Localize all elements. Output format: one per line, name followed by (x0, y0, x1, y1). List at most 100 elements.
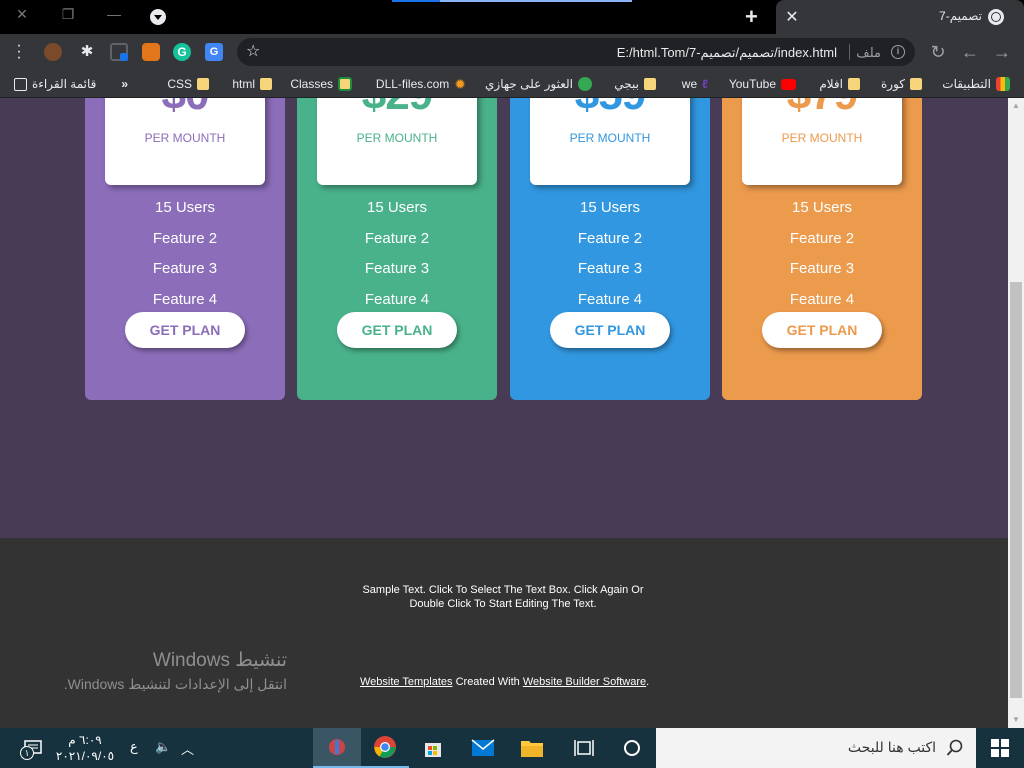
bookmark-aflam[interactable]: افلام (819, 76, 860, 92)
clock-time: ٦:٠٩ م (68, 733, 102, 747)
system-clock[interactable]: ٦:٠٩ م ٢٠٢١/٠٩/٠٥ (55, 732, 115, 764)
bookmark-classes[interactable]: Classes (290, 76, 352, 92)
extension-pen-icon[interactable] (110, 43, 128, 61)
page-scrollbar[interactable]: ▲ ▼ (1008, 98, 1024, 728)
website-builder-link[interactable]: Website Builder Software (523, 676, 646, 688)
bookmark-we[interactable]: we ℓ (682, 76, 708, 92)
scroll-up-arrow-icon[interactable]: ▲ (1008, 98, 1024, 114)
dll-icon: ✹ (454, 75, 466, 92)
folder-icon (260, 78, 272, 90)
file-explorer-taskbar-icon[interactable] (508, 728, 556, 768)
profile-avatar-icon[interactable] (44, 43, 62, 61)
forward-icon[interactable]: → (991, 42, 1013, 62)
taskbar-app-settings[interactable] (313, 728, 361, 768)
price-box: $59 PER MOUNTH (530, 98, 690, 185)
credits-end: . (646, 676, 650, 688)
tab-close-icon[interactable]: ✕ (784, 7, 800, 27)
page-viewport: $0 PER MOUNTH 15 Users Feature 2 Feature… (0, 98, 1008, 728)
plan-feature: 15 Users (366, 199, 428, 216)
find-device-icon (578, 77, 592, 91)
extensions-icon[interactable]: ✱ (78, 43, 96, 61)
plan-feature: Feature 4 (789, 291, 855, 308)
plan-feature: Feature 3 (152, 260, 218, 277)
window-minimize-icon[interactable]: — (104, 6, 124, 22)
show-hidden-icons-icon[interactable]: ︿ (181, 739, 194, 758)
cortana-icon[interactable] (608, 728, 656, 768)
task-view-icon[interactable] (560, 728, 608, 768)
bookmark-kora[interactable]: كورة (881, 76, 922, 92)
input-language[interactable]: ع (130, 739, 138, 755)
plan-price: $79 (742, 98, 902, 120)
plan-card-free: $0 PER MOUNTH 15 Users Feature 2 Feature… (85, 98, 285, 400)
action-center-icon[interactable] (14, 728, 52, 768)
plan-feature: 15 Users (791, 199, 853, 216)
menu-icon[interactable]: · · · (14, 38, 24, 66)
bookmark-star-icon[interactable]: ☆ (246, 41, 260, 61)
bookmark-html[interactable]: html (232, 76, 272, 92)
start-button-windows-icon[interactable] (976, 728, 1024, 768)
bookmark-label: كورة (881, 77, 905, 91)
tab-strip: ✕ ❐ — + ✕ تصميم-7 (0, 0, 1024, 34)
price-box: $79 PER MOUNTH (742, 98, 902, 185)
plan-card-59: $59 PER MOUNTH 15 Users Feature 2 Featur… (510, 98, 710, 400)
globe-icon (988, 9, 1004, 25)
bookmark-dll-files[interactable]: DLL-files.com ✹ (376, 76, 466, 92)
plan-feature: Feature 4 (152, 291, 218, 308)
browser-toolbar: · · · ✱ G G ☆ E:/html.Tom/7-تصميم/تصميم/in… (0, 34, 1024, 70)
taskbar-search-box[interactable]: اكتب هنا للبحث (656, 728, 976, 768)
new-tab-icon[interactable]: + (745, 4, 758, 30)
plan-feature: Feature 2 (152, 230, 218, 247)
reading-list-icon (14, 77, 27, 91)
plan-feature: Feature 2 (789, 230, 855, 247)
scroll-down-arrow-icon[interactable]: ▼ (1008, 712, 1024, 728)
mail-taskbar-icon[interactable] (459, 728, 507, 768)
footer-credits: Website Templates Created With Website B… (360, 676, 649, 688)
translate-icon[interactable]: G (205, 43, 223, 61)
get-plan-button[interactable]: GET PLAN (762, 312, 882, 348)
grammarly-icon[interactable]: G (173, 43, 191, 61)
store-taskbar-icon[interactable] (409, 728, 457, 768)
get-plan-button[interactable]: GET PLAN (550, 312, 670, 348)
get-plan-button[interactable]: GET PLAN (337, 312, 457, 348)
classroom-icon (338, 77, 352, 91)
plan-feature: Feature 3 (577, 260, 643, 277)
chrome-taskbar-icon[interactable] (361, 728, 409, 768)
activation-title: تنشيط Windows (152, 650, 287, 671)
bookmark-apps[interactable]: التطبيقات (942, 76, 1010, 92)
plan-price: $59 (530, 98, 690, 120)
loading-indicator (392, 0, 632, 2)
tab-active[interactable]: ✕ تصميم-7 (776, 0, 1024, 34)
folder-icon (644, 78, 656, 90)
bookmark-pubg[interactable]: ببجي (614, 76, 656, 92)
url-text[interactable]: E:/html.Tom/7-تصميم/تصميم/index.html (617, 45, 837, 61)
plan-feature: Feature 2 (364, 230, 430, 247)
plan-card-29: $29 PER MOUNTH 15 Users Feature 2 Featur… (297, 98, 497, 400)
website-templates-link[interactable]: Website Templates (360, 676, 453, 688)
bookmark-youtube[interactable]: YouTube (729, 76, 796, 92)
metamask-icon[interactable] (142, 43, 160, 61)
more-bookmarks-button[interactable]: » (121, 76, 128, 92)
scroll-thumb[interactable] (1010, 282, 1022, 698)
bookmark-find-device[interactable]: العثور على جهازي (485, 76, 592, 92)
file-label: ملف (856, 45, 881, 60)
search-placeholder: اكتب هنا للبحث (847, 739, 936, 755)
window-close-icon[interactable]: ✕ (12, 6, 32, 23)
get-plan-button[interactable]: GET PLAN (125, 312, 245, 348)
address-bar[interactable]: ☆ E:/html.Tom/7-تصميم/تصميم/index.html م… (237, 38, 915, 66)
tab-search-icon[interactable] (150, 9, 166, 25)
windows-taskbar: ١ ٦:٠٩ م ٢٠٢١/٠٩/٠٥ ع 🔈 ︿ اكتب هنا للبحث (0, 728, 1024, 768)
bookmark-label: CSS (167, 77, 192, 91)
bookmark-css[interactable]: CSS (167, 76, 209, 92)
back-icon[interactable]: ← (959, 42, 981, 62)
plan-feature: Feature 4 (577, 291, 643, 308)
plan-feature: Feature 3 (364, 260, 430, 277)
plan-feature: Feature 4 (364, 291, 430, 308)
sample-text[interactable]: Sample Text. Click To Select The Text Bo… (353, 583, 653, 611)
window-restore-icon[interactable]: ❐ (58, 6, 78, 23)
info-icon[interactable]: i (891, 45, 905, 59)
volume-icon[interactable]: 🔈 (155, 739, 171, 755)
reload-icon[interactable]: ↻ (927, 42, 949, 62)
reading-list[interactable]: قائمة القراءة (14, 76, 96, 92)
plan-period: PER MOUNTH (781, 131, 863, 145)
plan-feature: Feature 3 (789, 260, 855, 277)
